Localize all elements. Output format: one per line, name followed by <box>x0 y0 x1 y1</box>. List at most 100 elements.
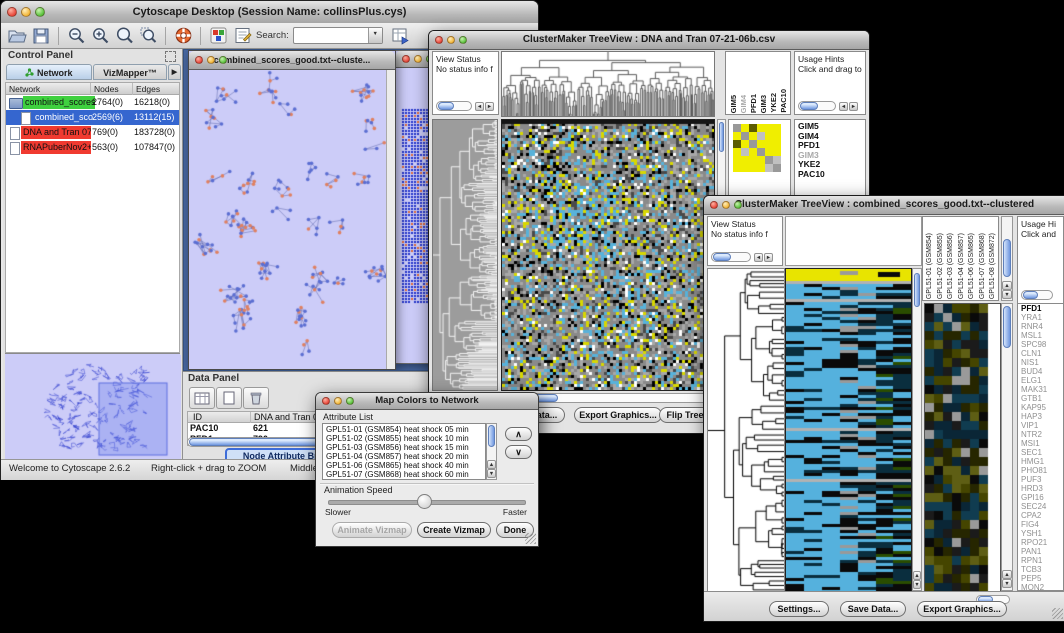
export-graphics-button[interactable]: Export Graphics... <box>574 407 662 423</box>
resize-grip[interactable] <box>525 533 536 544</box>
resize-grip[interactable] <box>1052 608 1063 619</box>
import-table-icon[interactable] <box>389 26 411 46</box>
scroll-left-icon[interactable]: ◄ <box>839 102 848 111</box>
similarity-matrix[interactable] <box>733 124 781 172</box>
heatmap-column-label[interactable]: GPL51-03 (GSM856) <box>946 233 957 299</box>
help-lifebuoy-icon[interactable] <box>172 26 194 46</box>
move-up-button[interactable]: ∧ <box>505 427 532 441</box>
heatmap-column-label[interactable]: GPL51-04 (GSM857) <box>957 233 968 299</box>
zoom-window-icon[interactable] <box>35 7 45 17</box>
similarity-cell[interactable] <box>757 132 765 140</box>
scroll-down-icon[interactable]: ▼ <box>913 580 921 589</box>
gene-label[interactable]: NTR2 <box>1021 430 1062 439</box>
scroll-right-icon[interactable]: ► <box>485 102 494 111</box>
gene-label[interactable]: YSH1 <box>1021 529 1062 538</box>
similarity-cell[interactable] <box>749 132 757 140</box>
similarity-cell[interactable] <box>733 156 741 164</box>
gene-label[interactable]: MSL1 <box>1021 331 1062 340</box>
close-icon[interactable] <box>402 55 410 63</box>
zoom-window-icon[interactable] <box>459 36 467 44</box>
attribute-list-item[interactable]: GPL51-06 (GSM865) heat shock 40 min <box>326 461 484 470</box>
heatmap-column-label[interactable]: GPL51-01 (GSM854) <box>925 233 936 299</box>
scroll-up-icon[interactable]: ▲ <box>1002 570 1012 579</box>
similarity-cell[interactable] <box>765 164 773 172</box>
float-panel-icon[interactable] <box>165 51 176 62</box>
gene-label[interactable]: PEP5 <box>1021 574 1062 583</box>
attribute-list-item[interactable]: GPL51-03 (GSM856) heat shock 15 min <box>326 443 484 452</box>
gene-label[interactable]: GTB1 <box>1021 394 1062 403</box>
slider-thumb[interactable] <box>417 494 432 509</box>
similarity-cell[interactable] <box>773 140 781 148</box>
similarity-cell[interactable] <box>733 148 741 156</box>
export-graphics-button[interactable]: Export Graphics... <box>917 601 1007 617</box>
gene-label[interactable]: MSI1 <box>1021 439 1062 448</box>
matrix-column-label[interactable]: GIM4 <box>740 95 748 113</box>
network-canvas[interactable] <box>190 70 386 364</box>
gene-label[interactable]: NIS1 <box>1021 358 1062 367</box>
similarity-cell[interactable] <box>757 140 765 148</box>
scroll-right-icon[interactable]: ► <box>849 102 858 111</box>
hints-scrollbar[interactable] <box>798 101 836 111</box>
similarity-cell[interactable] <box>773 156 781 164</box>
gene-label[interactable]: RNR4 <box>1021 322 1062 331</box>
column-header-id[interactable]: ID <box>190 412 202 423</box>
annotation-icon[interactable] <box>231 26 253 46</box>
gene-label[interactable]: HRD3 <box>1021 484 1062 493</box>
gene-label[interactable]: PAN1 <box>1021 547 1062 556</box>
gene-label[interactable]: TCB3 <box>1021 565 1062 574</box>
gene-label[interactable]: SEC24 <box>1021 502 1062 511</box>
scroll-up-icon[interactable]: ▲ <box>1002 281 1012 290</box>
network-name[interactable]: combined_scores <box>23 96 95 109</box>
gene-label[interactable]: RPN1 <box>1021 556 1062 565</box>
column-header-nodes[interactable]: Nodes <box>90 83 119 95</box>
save-data-button[interactable]: Save Data... <box>840 601 906 617</box>
minimize-icon[interactable] <box>207 56 215 64</box>
animate-vizmap-button[interactable]: Animate Vizmap <box>332 522 412 538</box>
network-overview-canvas[interactable] <box>5 355 181 459</box>
similarity-cell[interactable] <box>749 148 757 156</box>
minimize-icon[interactable] <box>21 7 31 17</box>
gene-label[interactable]: SPC98 <box>1021 340 1062 349</box>
save-session-icon[interactable] <box>30 26 52 46</box>
close-icon[interactable] <box>435 36 443 44</box>
matrix-column-label[interactable]: PAC10 <box>780 89 788 113</box>
network-view-window-1[interactable]: combined_scores_good.txt--cluste... <box>188 50 396 370</box>
similarity-cell[interactable] <box>749 124 757 132</box>
minimize-icon[interactable] <box>447 36 455 44</box>
matrix-column-label[interactable]: GIM3 <box>760 95 768 113</box>
similarity-cell[interactable] <box>765 156 773 164</box>
close-icon[interactable] <box>7 7 17 17</box>
network-row-combined-scores[interactable]: combined_scores 2764(0) 16218(0) <box>6 95 179 110</box>
heatmap-column-label[interactable]: GPL51-02 (GSM855) <box>936 233 947 299</box>
tab-network[interactable]: Network <box>6 64 92 80</box>
zoom-window-icon[interactable] <box>346 397 354 405</box>
window-controls[interactable] <box>195 56 227 64</box>
delete-attribute-icon[interactable] <box>243 387 269 409</box>
close-icon[interactable] <box>195 56 203 64</box>
similarity-cell[interactable] <box>749 156 757 164</box>
status-scrollbar[interactable] <box>436 101 472 111</box>
similarity-cell[interactable] <box>757 164 765 172</box>
gene-label[interactable]: HMG1 <box>1021 457 1062 466</box>
similarity-cell[interactable] <box>741 140 749 148</box>
gene-label[interactable]: PFD1 <box>1021 304 1062 313</box>
similarity-cell[interactable] <box>765 124 773 132</box>
network-vertical-scrollbar[interactable] <box>386 70 395 369</box>
minimize-icon[interactable] <box>414 55 422 63</box>
network-name[interactable]: DNA and Tran 07 <box>21 126 91 139</box>
similarity-cell[interactable] <box>765 132 773 140</box>
gene-label[interactable]: RPO21 <box>1021 538 1062 547</box>
matrix-column-label[interactable]: YKE2 <box>770 93 778 113</box>
zoom-out-icon[interactable] <box>65 26 87 46</box>
new-attribute-button[interactable] <box>216 387 242 409</box>
treeview2-title-bar[interactable]: ClusterMaker TreeView : combined_scores_… <box>704 196 1064 215</box>
attribute-list-item[interactable]: GPL51-04 (GSM857) heat shock 20 min <box>326 452 484 461</box>
network-row-combined-sco-selected[interactable]: combined_sco 2569(6) 13112(15) <box>6 110 179 125</box>
zoom-window-icon[interactable] <box>734 201 742 209</box>
window-controls[interactable] <box>710 201 742 209</box>
minimize-icon[interactable] <box>722 201 730 209</box>
tab-vizmapper[interactable]: VizMapper™ <box>93 64 167 80</box>
zoom-region-icon[interactable] <box>137 26 159 46</box>
gene-label[interactable]: FIG4 <box>1021 520 1062 529</box>
network-name[interactable]: RNAPuberNov2+ <box>21 141 91 154</box>
